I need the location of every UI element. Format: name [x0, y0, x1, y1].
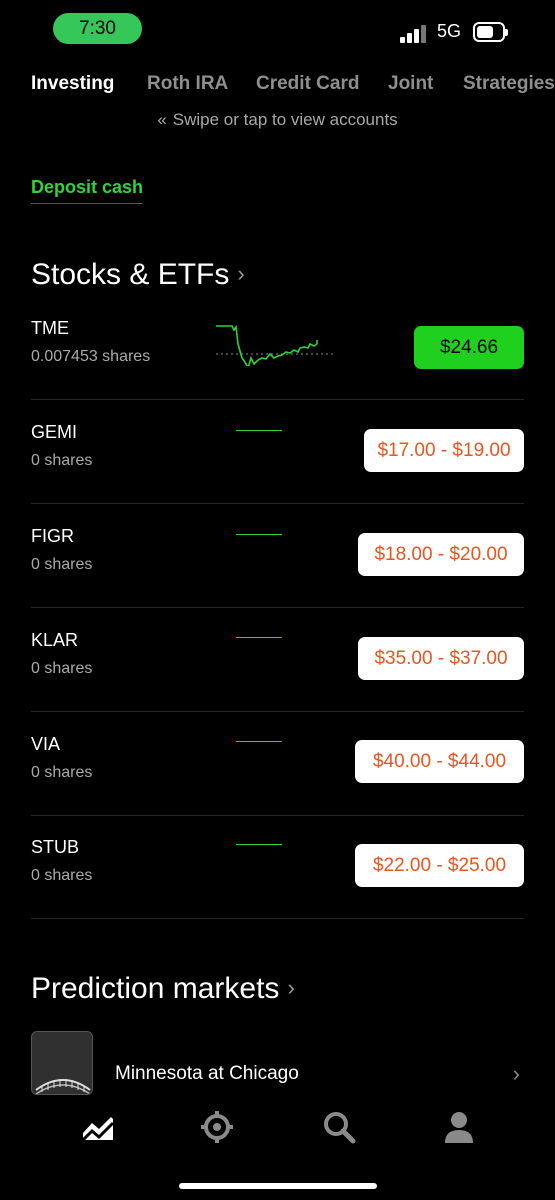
search-icon[interactable] — [321, 1109, 357, 1145]
price-range-button[interactable]: $35.00 - $37.00 — [358, 637, 524, 680]
section-title: Prediction markets — [31, 972, 280, 1005]
tab-credit-card[interactable]: Credit Card — [256, 73, 359, 95]
sparkline-flat — [236, 844, 282, 845]
stock-row[interactable]: TME 0.007453 shares $24.66 — [31, 296, 524, 400]
stock-shares: 0 shares — [31, 867, 93, 884]
stock-row[interactable]: VIA 0 shares $40.00 - $44.00 — [31, 712, 524, 816]
sparkline-flat — [236, 430, 282, 431]
tab-strategies[interactable]: Strategies — [463, 73, 555, 95]
swipe-hint[interactable]: « Swipe or tap to view accounts — [0, 110, 555, 130]
stock-row[interactable]: KLAR 0 shares $35.00 - $37.00 — [31, 608, 524, 712]
chart-icon[interactable] — [80, 1109, 116, 1145]
stock-shares: 0 shares — [31, 452, 93, 469]
battery-icon — [473, 22, 508, 42]
sparkline-flat — [236, 637, 282, 638]
status-time: 7:30 — [53, 13, 142, 44]
sparkline-flat — [236, 741, 282, 742]
price-range-button[interactable]: $18.00 - $20.00 — [358, 533, 524, 576]
stock-ticker: KLAR — [31, 630, 79, 650]
stock-shares: 0 shares — [31, 556, 93, 573]
stock-shares: 0 shares — [31, 764, 93, 781]
stock-ticker: TME — [31, 318, 69, 338]
stock-row[interactable]: FIGR 0 shares $18.00 - $20.00 — [31, 504, 524, 608]
prediction-section-header[interactable]: Prediction markets › — [31, 972, 295, 1006]
swipe-hint-text: Swipe or tap to view accounts — [172, 110, 398, 129]
section-title: Stocks & ETFs — [31, 258, 230, 291]
stock-row[interactable]: GEMI 0 shares $17.00 - $19.00 — [31, 400, 524, 504]
chevron-right-icon: › — [512, 1061, 520, 1086]
price-button[interactable]: $24.66 — [414, 326, 524, 369]
deposit-cash-link[interactable]: Deposit cash — [31, 177, 144, 204]
chevron-right-icon: › — [237, 261, 245, 286]
cellular-signal-icon — [400, 23, 428, 43]
price-range-button[interactable]: $22.00 - $25.00 — [355, 844, 524, 887]
sparkline-flat — [236, 534, 282, 535]
tab-roth-ira[interactable]: Roth IRA — [147, 73, 228, 95]
tab-joint[interactable]: Joint — [388, 73, 433, 95]
tab-investing[interactable]: Investing — [31, 73, 114, 95]
home-indicator[interactable] — [179, 1183, 377, 1189]
price-range-button[interactable]: $40.00 - $44.00 — [355, 740, 524, 783]
market-title: Minnesota at Chicago — [115, 1063, 299, 1084]
stock-row[interactable]: STUB 0 shares $22.00 - $25.00 — [31, 815, 524, 919]
stocks-section-header[interactable]: Stocks & ETFs › — [31, 258, 245, 292]
status-bar: 7:30 5G — [0, 0, 555, 60]
network-type: 5G — [437, 21, 462, 41]
market-row[interactable]: Minnesota at Chicago › — [31, 1031, 524, 1095]
stock-ticker: STUB — [31, 837, 80, 857]
chevron-right-icon: › — [287, 975, 295, 1000]
stadium-thumbnail — [31, 1031, 93, 1095]
stock-shares: 0.007453 shares — [31, 348, 151, 365]
stock-shares: 0 shares — [31, 660, 93, 677]
price-range-button[interactable]: $17.00 - $19.00 — [364, 429, 524, 472]
account-icon[interactable] — [441, 1109, 477, 1145]
stock-ticker: VIA — [31, 734, 61, 754]
double-chevron-left-icon: « — [157, 110, 167, 129]
crypto-icon[interactable] — [199, 1109, 235, 1145]
account-tabs: Investing Roth IRA Credit Card Joint Str… — [0, 73, 555, 105]
stock-ticker: GEMI — [31, 422, 78, 442]
sparkline-chart — [216, 324, 336, 366]
stock-ticker: FIGR — [31, 526, 74, 546]
